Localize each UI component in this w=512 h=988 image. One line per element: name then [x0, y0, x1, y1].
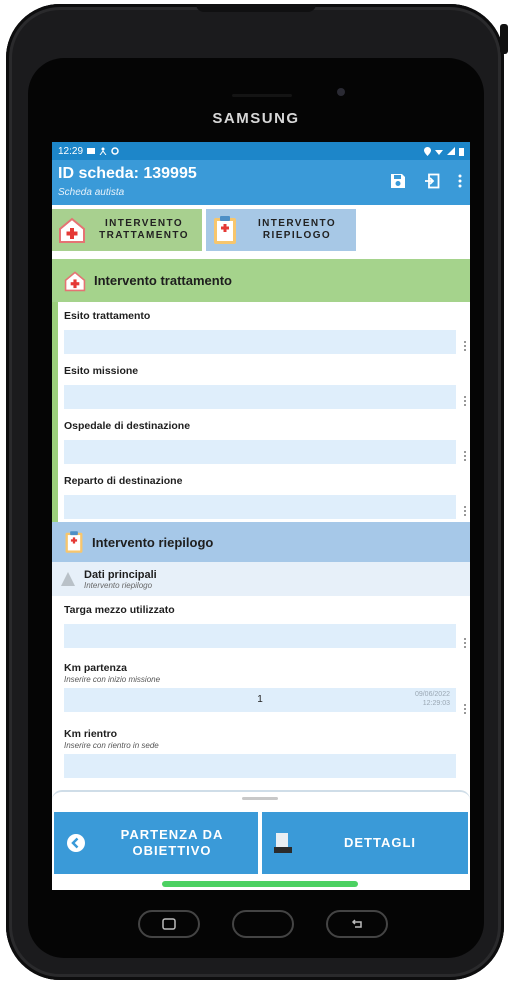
- back-button[interactable]: [326, 910, 388, 938]
- bottom-sheet: PARTENZA DA OBIETTIVO DETTAGLI: [52, 790, 470, 890]
- save-icon[interactable]: [390, 173, 406, 189]
- tab-intervento-trattamento[interactable]: INTERVENTO TRATTAMENTO: [52, 209, 202, 251]
- more-vert-icon[interactable]: [464, 506, 468, 516]
- tab-label-line2: RIEPILOGO: [262, 230, 332, 241]
- subsection-subtitle: Intervento riepilogo: [84, 580, 153, 590]
- button-label: DETTAGLI: [343, 835, 417, 850]
- back-icon: [351, 919, 362, 928]
- clipboard-icon: [65, 531, 83, 553]
- signal-icon: [447, 147, 455, 155]
- home-indicator: [162, 881, 358, 887]
- front-camera: [337, 88, 345, 96]
- section-intervento-trattamento: Intervento trattamento Esito trattamento…: [52, 259, 470, 522]
- km-rientro-input[interactable]: [64, 754, 456, 778]
- section-title: Intervento riepilogo: [92, 534, 214, 550]
- button-label-line1: PARTENZA DA: [120, 827, 224, 842]
- battery-icon: [459, 147, 464, 156]
- targa-mezzo-input[interactable]: [64, 624, 456, 648]
- accessibility-icon: [99, 147, 107, 155]
- more-vert-icon[interactable]: [464, 638, 468, 648]
- field-targa-mezzo: Targa mezzo utilizzato: [52, 596, 470, 654]
- warning-icon: [61, 572, 75, 586]
- partenza-da-obiettivo-button[interactable]: PARTENZA DA OBIETTIVO: [54, 812, 258, 874]
- more-vert-icon[interactable]: [464, 704, 468, 714]
- more-vert-icon[interactable]: [464, 396, 468, 406]
- back-circle-icon: [67, 834, 85, 852]
- reparto-destinazione-input[interactable]: [64, 495, 456, 519]
- recents-button[interactable]: [138, 910, 200, 938]
- status-bar: 12:29: [52, 142, 470, 160]
- notification-icon: [87, 148, 96, 154]
- first-aid-icon: [59, 217, 85, 243]
- field-km-rientro: Km rientro Inserire con rientro in sede: [52, 720, 470, 778]
- timestamp: 09/06/2022 12:29:03: [414, 691, 450, 707]
- field-label: Reparto di destinazione: [64, 475, 183, 487]
- field-km-partenza: Km partenza Inserire con inizio missione…: [52, 654, 470, 720]
- speaker-grille: [232, 94, 292, 97]
- home-button[interactable]: [232, 910, 294, 938]
- field-reparto-destinazione: Reparto di destinazione: [58, 467, 470, 522]
- esito-trattamento-input[interactable]: [64, 330, 456, 354]
- app-screen: 12:29 ID scheda: 139995 Scheda autista I…: [52, 142, 470, 890]
- km-partenza-value: 1: [257, 694, 263, 705]
- esito-missione-input[interactable]: [64, 385, 456, 409]
- page-subtitle: Scheda autista: [58, 187, 125, 198]
- location-icon: [424, 146, 431, 156]
- sync-icon: [111, 147, 119, 155]
- field-hint: Inserire con inizio missione: [64, 675, 161, 684]
- field-esito-trattamento: Esito trattamento: [58, 302, 470, 357]
- tab-bar: INTERVENTO TRATTAMENTO INTERVENTO RIEPILOG…: [52, 205, 470, 259]
- tab-label-line1: INTERVENTO: [257, 218, 337, 229]
- more-vert-icon[interactable]: [464, 451, 468, 461]
- wifi-icon: [435, 150, 443, 155]
- more-vert-icon[interactable]: [464, 341, 468, 351]
- top-bumper: [196, 4, 316, 12]
- subsection-title: Dati principali: [84, 568, 157, 581]
- first-aid-icon: [64, 270, 86, 291]
- button-label-line2: OBIETTIVO: [132, 843, 212, 858]
- field-label: Esito missione: [64, 365, 139, 377]
- field-label: Ospedale di destinazione: [64, 420, 191, 432]
- dettagli-button[interactable]: DETTAGLI: [262, 812, 468, 874]
- field-hint: Inserire con rientro in sede: [64, 741, 159, 750]
- section-header: Intervento riepilogo: [52, 522, 470, 562]
- exit-icon[interactable]: [424, 173, 440, 189]
- field-label: Targa mezzo utilizzato: [64, 604, 175, 616]
- brand-logo: SAMSUNG: [212, 110, 300, 127]
- document-icon: [274, 833, 292, 853]
- app-bar: ID scheda: 139995 Scheda autista: [52, 160, 470, 205]
- km-partenza-input[interactable]: 1 09/06/2022 12:29:03: [64, 688, 456, 712]
- field-ospedale-destinazione: Ospedale di destinazione: [58, 412, 470, 467]
- field-label: Esito trattamento: [64, 310, 151, 322]
- field-esito-missione: Esito missione: [58, 357, 470, 412]
- tab-label-line1: INTERVENTO: [104, 218, 184, 229]
- subsection-dati-principali[interactable]: Dati principali Intervento riepilogo: [52, 562, 470, 596]
- page-title: ID scheda: 139995: [58, 165, 197, 182]
- drag-handle[interactable]: [242, 797, 278, 800]
- recents-icon: [162, 918, 176, 930]
- status-time: 12:29: [58, 145, 84, 157]
- more-vert-icon[interactable]: [458, 174, 462, 188]
- section-title: Intervento trattamento: [94, 273, 232, 288]
- power-button: [500, 24, 508, 54]
- ospedale-destinazione-input[interactable]: [64, 440, 456, 464]
- clipboard-icon: [214, 216, 236, 244]
- section-header: Intervento trattamento: [52, 259, 470, 302]
- tab-label-line2: TRATTAMENTO: [99, 230, 189, 241]
- tab-intervento-riepilogo[interactable]: INTERVENTO RIEPILOGO: [206, 209, 356, 251]
- section-intervento-riepilogo: Intervento riepilogo Dati principali Int…: [52, 522, 470, 778]
